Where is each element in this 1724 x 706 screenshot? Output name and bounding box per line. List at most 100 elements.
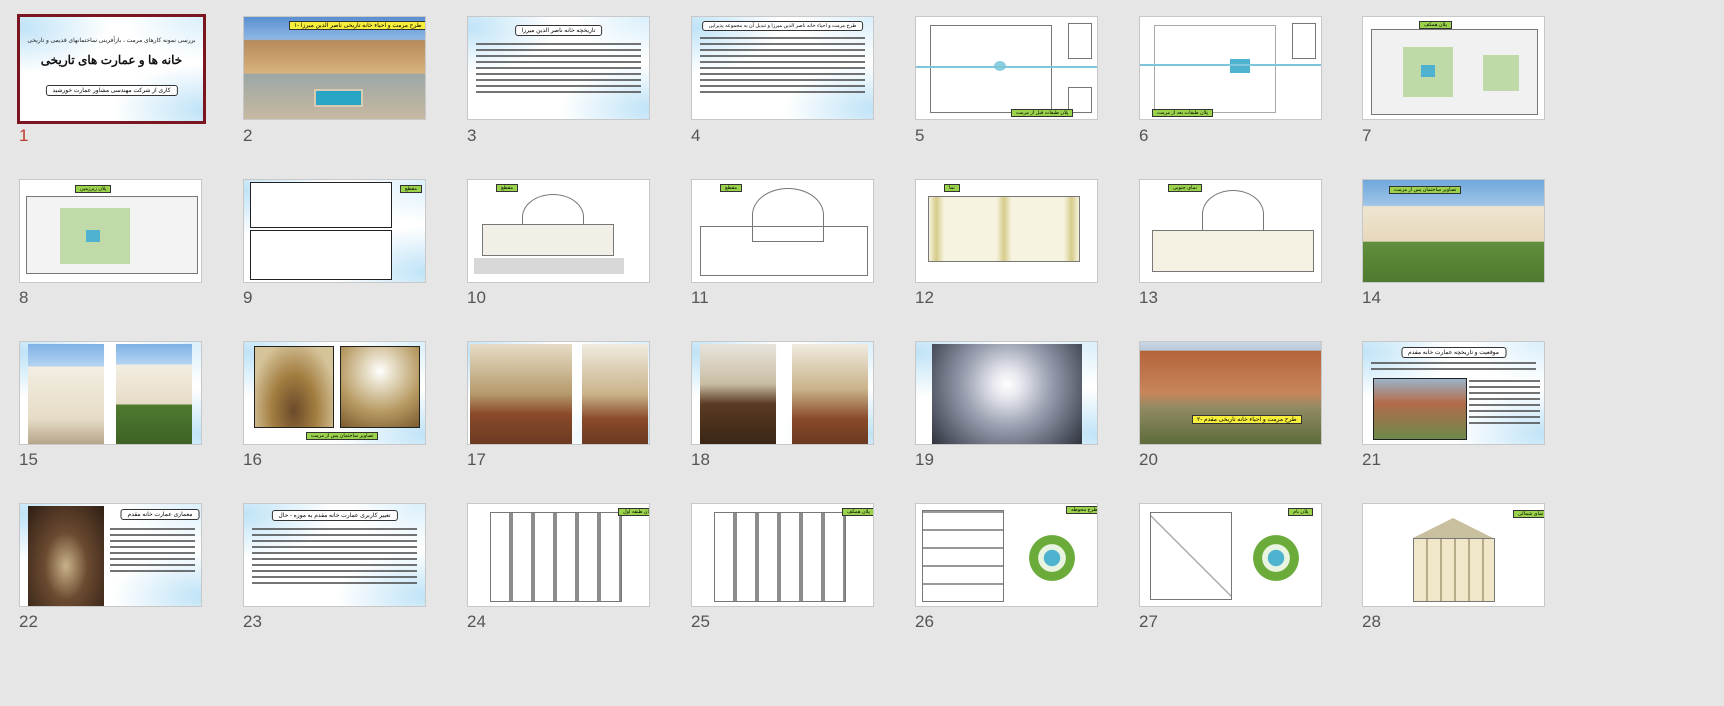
slide-title-main: خانه ها و عمارت های تاریخی: [40, 53, 183, 67]
slide-title-label: پلان همکف: [842, 508, 873, 516]
pool-shape: [1421, 65, 1435, 77]
slide-title-label: طرح مرمت و احیاء خانه ناصر الدین میرزا و…: [701, 21, 864, 31]
slide-title-label: پلان زیرزمین: [75, 185, 112, 193]
slide-title-label: نمای جنوبی: [1168, 184, 1202, 192]
slide-title-label: نما: [944, 184, 960, 192]
slide-thumbnail-9[interactable]: مقطع: [243, 179, 426, 283]
slide-title-label: پلان طبقات بعد از مرمت: [1152, 109, 1214, 117]
floor-plan-drawing: [930, 25, 1052, 113]
slide-thumbnail-11[interactable]: مقطع: [691, 179, 874, 283]
slide-title-label: نمای شمالی: [1513, 510, 1544, 518]
slide-title-label: ۲- طرح مرمت و احیاء خانه تاریخی مقدم: [1192, 415, 1302, 424]
slide-number: 9: [243, 288, 253, 307]
slide-thumbnail-17[interactable]: [467, 341, 650, 445]
floor-plan-detail: [1068, 23, 1092, 59]
text-lines: [1371, 358, 1536, 374]
slide-subtitle: کاری از شرکت مهندسی مشاور عمارت خورشید: [45, 85, 178, 96]
slide-number: 28: [1362, 612, 1381, 631]
slide-thumbnail-28[interactable]: نمای شمالی: [1362, 503, 1545, 607]
slide-number: 27: [1139, 612, 1158, 631]
garden-shape: [1012, 518, 1092, 598]
slide-thumbnail-6[interactable]: پلان طبقات بعد از مرمت: [1139, 16, 1322, 120]
slide-thumbnail-16[interactable]: تصاویر ساختمان پس از مرمت: [243, 341, 426, 445]
interior-photo: [582, 344, 648, 444]
slide-number: 15: [19, 450, 38, 469]
floor-plan-drawing: [714, 512, 846, 602]
slide-title-label: تغییر کاربری عمارت خانه مقدم به موزه - ح…: [271, 510, 398, 521]
slide-thumbnail-4[interactable]: طرح مرمت و احیاء خانه ناصر الدین میرزا و…: [691, 16, 874, 120]
slide-title-label: پلان طبقه اول: [618, 508, 649, 516]
section-ground: [474, 258, 624, 274]
pool-shape: [86, 230, 100, 242]
garden-shape: [1483, 55, 1519, 91]
slide-title-label: مقطع: [720, 184, 742, 192]
pool-shape: [314, 89, 363, 107]
interior-photo: [792, 344, 868, 444]
elevation-drawing: [1152, 230, 1314, 272]
elevation-drawing: [1413, 538, 1495, 602]
slide-number: 26: [915, 612, 934, 631]
elevation-drawing: [928, 196, 1080, 262]
slide-thumbnail-5[interactable]: پلان طبقات قبل از مرمت: [915, 16, 1098, 120]
floor-plan-drawing: [1154, 25, 1276, 113]
building-photo: [1373, 378, 1467, 440]
slide-thumbnail-26[interactable]: طرح محوطه: [915, 503, 1098, 607]
slide-title-label: پلان بام: [1288, 508, 1314, 516]
slide-thumbnail-13[interactable]: نمای جنوبی: [1139, 179, 1322, 283]
slide-title-label: معماری عمارت خانه مقدم: [120, 509, 200, 520]
slide-number: 20: [1139, 450, 1158, 469]
slide-thumbnail-27[interactable]: پلان بام: [1139, 503, 1322, 607]
slide-number: 7: [1362, 126, 1372, 145]
text-lines: [252, 524, 417, 588]
garden-shape: [1236, 518, 1316, 598]
slide-title-label: مقطع: [496, 184, 518, 192]
slide-thumbnail-25[interactable]: پلان همکف: [691, 503, 874, 607]
section-drawing: [250, 182, 392, 228]
slide-thumbnail-19[interactable]: [915, 341, 1098, 445]
slide-thumbnail-10[interactable]: مقطع: [467, 179, 650, 283]
building-photo: [1363, 180, 1544, 282]
floor-plan-drawing: [922, 510, 1004, 602]
slide-number: 6: [1139, 126, 1149, 145]
slide-title-label: تصاویر ساختمان پس از مرمت: [1389, 186, 1462, 194]
slide-thumbnail-23[interactable]: تغییر کاربری عمارت خانه مقدم به موزه - ح…: [243, 503, 426, 607]
slide-thumbnail-12[interactable]: نما: [915, 179, 1098, 283]
elevation-roof: [1413, 518, 1493, 538]
slide-thumbnail-2[interactable]: ۱- طرح مرمت و احیاء خانه تاریخی ناصر الد…: [243, 16, 426, 120]
slide-number: 11: [691, 288, 709, 307]
slide-thumbnail-21[interactable]: موقعیت و تاریخچه عمارت خانه مقدم: [1362, 341, 1545, 445]
floor-plan-drawing: [490, 512, 622, 602]
text-lines: [110, 524, 195, 576]
slide-title-label: تاریخچه خانه ناصر الدین میرزا: [514, 25, 603, 36]
text-lines: [700, 33, 865, 97]
slide-thumbnail-3[interactable]: تاریخچه خانه ناصر الدین میرزا: [467, 16, 650, 120]
slide-sorter-grid: بررسی نمونه کارهای مرمت ، بازآفرینی ساخت…: [0, 0, 1724, 706]
slide-title-label: پلان همکف: [1419, 21, 1452, 29]
slide-number: 18: [691, 450, 710, 469]
slide-number: 3: [467, 126, 477, 145]
slide-thumbnail-22[interactable]: معماری عمارت خانه مقدم: [19, 503, 202, 607]
slide-number: 12: [915, 288, 934, 307]
slide-number: 13: [1139, 288, 1158, 307]
slide-number: 25: [691, 612, 710, 631]
pool-shape: [1230, 59, 1250, 73]
slide-thumbnail-20[interactable]: ۲- طرح مرمت و احیاء خانه تاریخی مقدم: [1139, 341, 1322, 445]
axis-line: [916, 66, 1097, 68]
text-lines: [476, 39, 641, 97]
slide-background: [20, 17, 203, 121]
section-drawing: [250, 230, 392, 280]
slide-thumbnail-24[interactable]: پلان طبقه اول: [467, 503, 650, 607]
slide-thumbnail-14[interactable]: تصاویر ساختمان پس از مرمت: [1362, 179, 1545, 283]
slide-thumbnail-1[interactable]: بررسی نمونه کارهای مرمت ، بازآفرینی ساخت…: [17, 14, 206, 124]
slide-title-label: ۱- طرح مرمت و احیاء خانه تاریخی ناصر الد…: [289, 21, 425, 30]
slide-number: 1: [19, 126, 29, 145]
slide-number: 4: [691, 126, 701, 145]
slide-thumbnail-8[interactable]: پلان زیرزمین: [19, 179, 202, 283]
slide-thumbnail-15[interactable]: [19, 341, 202, 445]
slide-number: 21: [1362, 450, 1381, 469]
slide-title-label: طرح محوطه: [1066, 506, 1097, 514]
slide-thumbnail-18[interactable]: [691, 341, 874, 445]
slide-thumbnail-7[interactable]: پلان همکف: [1362, 16, 1545, 120]
slide-number: 10: [467, 288, 486, 307]
slide-number: 19: [915, 450, 934, 469]
